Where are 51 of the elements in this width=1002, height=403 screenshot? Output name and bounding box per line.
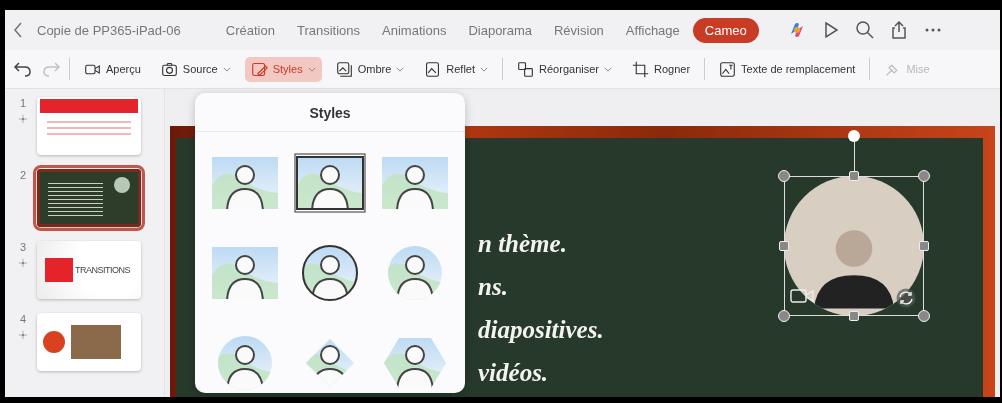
undo-icon[interactable] [13,59,33,79]
document-title: Copie de PP365-iPad-06 [37,22,181,38]
toolbar-button[interactable]: Aperçu [78,56,147,82]
resize-handle[interactable] [778,170,790,182]
back-icon[interactable] [13,22,23,38]
picture-icon [424,60,442,78]
toolbar-button[interactable]: Texte de remplacement [713,56,862,82]
crop-icon [632,60,649,78]
slide-thumbnail[interactable]: TRANSITIONS [37,241,141,299]
ribbon-tab[interactable]: Animations [373,17,456,43]
toolbar-button[interactable]: Reflet [418,56,495,82]
resize-handle[interactable] [849,311,859,321]
slide-number: 3 [19,241,27,253]
shadow-picture-icon [335,60,353,78]
slide-number: 1 [19,97,27,109]
edit-picture-icon [250,60,268,78]
ribbon-tab[interactable]: Affichage [616,17,689,43]
ribbon-tab[interactable]: Transitions [287,17,370,43]
resize-handle[interactable] [918,170,930,182]
slide-text-line: n thème. [478,229,567,259]
resize-handle[interactable] [778,310,790,322]
popover-title: Styles [195,93,465,132]
video-camera-icon[interactable] [790,288,814,304]
resize-handle[interactable] [919,241,929,251]
ribbon-tab[interactable]: Création [216,17,284,43]
slide-number: 2 [19,169,27,181]
slide-thumbnail[interactable] [37,97,141,155]
resize-handle[interactable] [779,241,789,251]
slide-text-line: vidéos. [478,358,549,388]
thumbnail-title: TRANSITIONS [75,265,130,275]
slide-text-line: ns. [478,272,508,302]
ribbon-tab[interactable]: Cameo [692,17,759,43]
arrange-icon [517,60,535,78]
slide-thumbnail[interactable] [37,313,141,371]
ribbon-tab[interactable]: Révision [545,17,613,43]
toolbar-button[interactable]: Réorganiser [511,56,618,82]
slide-number: 4 [19,313,27,325]
toolbar-button[interactable]: Source [154,56,237,82]
ribbon-tab[interactable]: Diaporama [459,17,541,43]
toolbar-button[interactable]: Ombre [329,56,411,82]
camera-icon [160,60,178,78]
resize-handle[interactable] [849,171,859,181]
search-icon[interactable] [854,20,875,40]
toolbar-button[interactable]: Rogner [626,56,697,82]
switch-camera-icon[interactable] [896,288,916,308]
picture-text-icon [719,60,737,78]
rotate-handle[interactable] [848,130,860,142]
resize-handle[interactable] [918,310,930,322]
toolbar-button[interactable]: Styles [244,56,322,82]
picture-style-option[interactable] [294,153,366,213]
slide-text-line: diapositives. [478,315,604,345]
